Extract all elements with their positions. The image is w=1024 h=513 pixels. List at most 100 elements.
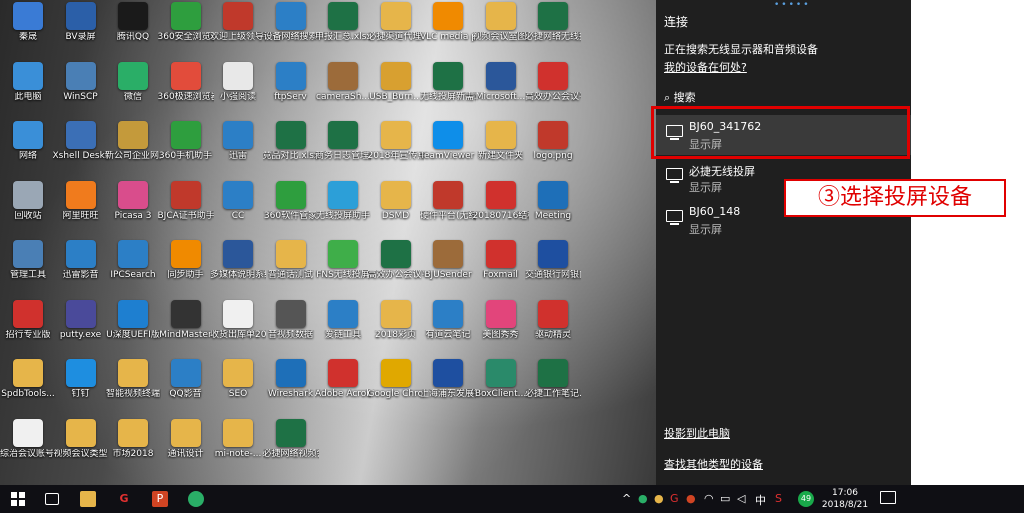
desktop-icon[interactable]: 钉钉 — [53, 359, 109, 425]
desktop-icon[interactable]: 阿里旺旺 — [53, 180, 109, 247]
wifi-icon[interactable]: ◠ — [704, 492, 714, 505]
desktop-icon[interactable]: 360手机助手 — [158, 121, 214, 187]
desktop-icon[interactable]: Google Chrome — [368, 359, 424, 425]
battery-icon[interactable]: ▭ — [720, 492, 730, 505]
desktop-icon[interactable]: 爱链工具 — [315, 299, 371, 366]
tray-app-g-icon[interactable]: G — [670, 492, 679, 505]
desktop-icon[interactable]: TeamViewer 13 — [420, 121, 476, 187]
desktop-icon[interactable]: 硬件平台(无线投屏) — [420, 180, 476, 247]
desktop-icon[interactable]: 360安全浏览器 — [158, 2, 214, 68]
desktop-icon[interactable]: 秦晟 — [0, 2, 56, 68]
desktop-icon[interactable]: 普通话测试 — [263, 240, 319, 306]
desktop-icon[interactable]: ftpServ — [263, 61, 319, 128]
tray-expand-icon[interactable]: ^ — [622, 492, 631, 505]
where-is-my-device-link[interactable]: 我的设备在何处? — [664, 59, 747, 75]
desktop-icon[interactable]: 设备网络搜索 — [263, 2, 319, 68]
desktop-icon[interactable]: SpdbTools... — [0, 359, 56, 425]
desktop-icon[interactable]: 迅雷 — [210, 121, 266, 187]
desktop-icon[interactable]: 视频会议类型 — [53, 418, 109, 485]
desktop-icon[interactable]: Adobe Acrobat... — [315, 359, 371, 425]
desktop-icon[interactable]: 此电脑 — [0, 61, 56, 128]
desktop-icon[interactable]: 市场2018 — [105, 418, 161, 485]
desktop-icon[interactable]: 必捷网络视频会议系统报... — [263, 418, 319, 485]
powerpoint-button[interactable]: P — [142, 485, 178, 513]
desktop-icon[interactable]: USB_Burn... — [368, 61, 424, 128]
desktop-icon[interactable]: 招行专业版 — [0, 299, 56, 366]
desktop-icon[interactable]: putty.exe — [53, 299, 109, 366]
project-to-this-pc-link[interactable]: 投影到此电脑 — [664, 425, 730, 441]
desktop-icon[interactable]: 360极速浏览器 — [158, 61, 214, 128]
desktop-icon[interactable]: 2018彩页 — [368, 299, 424, 366]
desktop-icon[interactable]: MindMaster — [158, 299, 214, 366]
desktop-icon[interactable]: 竞品对比.xlsx — [263, 121, 319, 187]
tray-app-red-icon[interactable]: ● — [686, 492, 696, 505]
desktop-icon[interactable]: Microsoft... — [473, 61, 529, 128]
desktop-icon[interactable]: logo.png — [525, 121, 581, 187]
find-other-devices-link[interactable]: 查找其他类型的设备 — [664, 456, 763, 472]
desktop-icon[interactable]: 通讯设计 — [158, 418, 214, 485]
desktop-icon[interactable]: Xshell Desktop — [53, 121, 109, 187]
desktop-icon[interactable]: QQ影音 — [158, 359, 214, 425]
desktop-icon[interactable]: 综治会议账号.txt — [0, 418, 56, 485]
desktop-icon[interactable]: BoxClient... — [473, 359, 529, 425]
desktop-icon[interactable]: 微信 — [105, 61, 161, 128]
desktop-icon[interactable]: 网络 — [0, 121, 56, 187]
start-button[interactable] — [0, 485, 36, 513]
tray-app-icon[interactable]: ● — [654, 492, 664, 505]
desktop-icon[interactable]: 管理工具 — [0, 240, 56, 306]
desktop-icon[interactable]: FNS无线投屏 — [315, 240, 371, 306]
desktop-icon[interactable]: 音视频数据 — [263, 299, 319, 366]
desktop-icon[interactable]: mi-note-... — [210, 418, 266, 485]
desktop-icon[interactable]: 收货出库单2018.xlsx — [210, 299, 266, 366]
task-view-button[interactable] — [34, 485, 70, 513]
desktop-icon[interactable]: 无线投屏助手 — [315, 180, 371, 247]
clock[interactable]: 17:06 2018/8/21 — [818, 487, 872, 511]
desktop-icon[interactable]: 无线投屏新需求.xlsx — [420, 61, 476, 128]
desktop-icon[interactable]: 申报汇总.xlsx — [315, 2, 371, 68]
desktop-icon[interactable]: 新建文件夹 — [473, 121, 529, 187]
wechat-button[interactable] — [178, 485, 214, 513]
desktop-icon[interactable]: 视频会议室图片 — [473, 2, 529, 68]
desktop-icon[interactable]: 交通银行网银向导 — [525, 240, 581, 306]
file-explorer-button[interactable] — [70, 485, 106, 513]
desktop-icon[interactable]: 必捷渠道代理... — [368, 2, 424, 68]
desktop-icon[interactable]: 美图秀秀 — [473, 299, 529, 366]
desktop-icon[interactable]: 智能视频终端 — [105, 359, 161, 425]
desktop-icon[interactable]: 新公司企业网上申报服务系统 — [105, 121, 161, 187]
desktop-icon[interactable]: Meeting — [525, 180, 581, 247]
tray-sogou-icon[interactable]: S — [775, 492, 782, 505]
desktop-icon[interactable]: 2018年宣传点... — [368, 121, 424, 187]
desktop-icon[interactable]: 驱动精灵 — [525, 299, 581, 366]
desktop-icon[interactable]: U深度UEFI版 — [105, 299, 161, 366]
desktop-icon[interactable]: Picasa 3 — [105, 180, 161, 247]
desktop-icon[interactable]: VLC media player — [420, 2, 476, 68]
desktop-icon[interactable]: 回收站 — [0, 180, 56, 247]
notification-icon[interactable] — [880, 491, 896, 504]
tray-badge[interactable]: 49 — [798, 491, 814, 507]
desktop-icon[interactable]: 高效办公会议平台-样稿.p — [525, 61, 581, 128]
tray-wechat-icon[interactable]: ● — [638, 492, 648, 505]
desktop-icon[interactable]: BV录屏 — [53, 2, 109, 68]
desktop-icon[interactable]: 欢迎上级领导莅临指导pp... — [210, 2, 266, 68]
desktop-icon[interactable]: IPCSearch — [105, 240, 161, 306]
desktop-icon[interactable]: 360软件管家 — [263, 180, 319, 247]
desktop-icon[interactable]: 迅雷影音 — [53, 240, 109, 306]
desktop-icon[interactable]: 小强阅读 — [210, 61, 266, 128]
desktop-icon[interactable]: 必捷网络无线投屏SDK版... — [525, 2, 581, 68]
ime-indicator[interactable]: 中 — [755, 492, 766, 508]
desktop-icon[interactable]: 有道云笔记 — [420, 299, 476, 366]
desktop-icon[interactable]: Wireshark — [263, 359, 319, 425]
desktop-icon[interactable]: 20180716结构(3).pdf — [473, 180, 529, 247]
desktop-icon[interactable]: 腾讯QQ — [105, 2, 161, 68]
desktop-icon[interactable]: Foxmail — [473, 240, 529, 306]
desktop-icon[interactable]: SEO — [210, 359, 266, 425]
desktop-icon[interactable]: cameraSh... — [315, 61, 371, 128]
desktop-icon[interactable]: BJUSender — [420, 240, 476, 306]
desktop-icon[interactable]: CC — [210, 180, 266, 247]
desktop-icon[interactable]: 必捷工作笔记.xlsx — [525, 359, 581, 425]
desktop-icon[interactable]: 高效办公会议平台 — [368, 240, 424, 306]
desktop-icon[interactable]: BJCA证书助手 — [158, 180, 214, 247]
desktop-icon[interactable]: 商务日志管理汇总.xlsx — [315, 121, 371, 187]
volume-icon[interactable]: ◁ — [737, 492, 745, 505]
desktop-icon[interactable]: DSMD — [368, 180, 424, 247]
